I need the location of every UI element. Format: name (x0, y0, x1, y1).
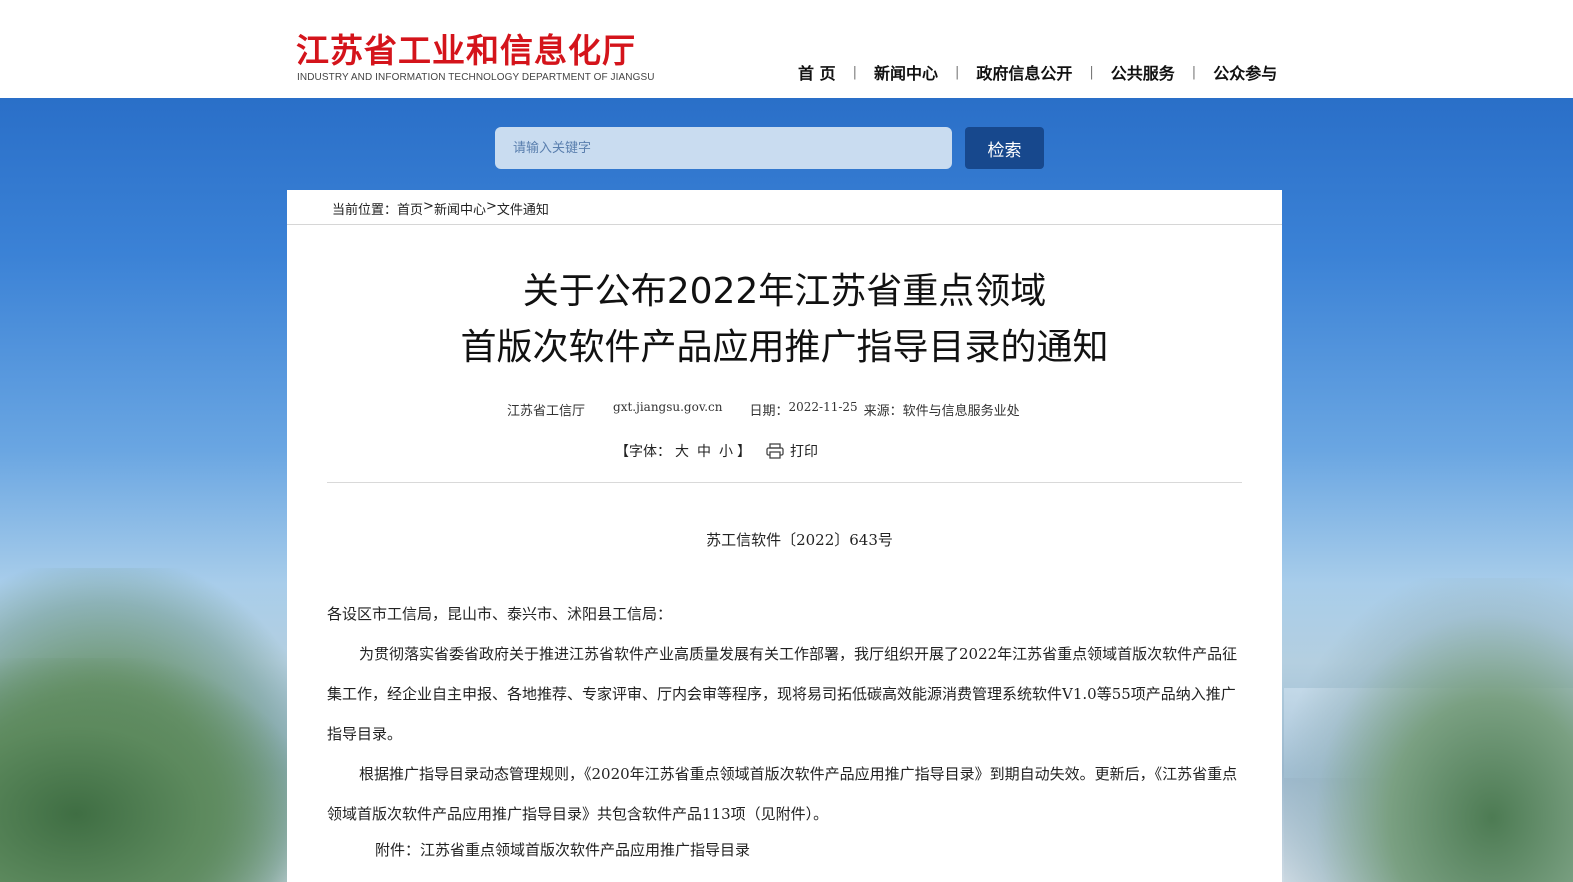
article-title: 关于公布2022年江苏省重点领域 首版次软件产品应用推广指导目录的通知 (287, 264, 1282, 376)
print-button[interactable]: 打印 (766, 441, 818, 461)
breadcrumb: 当前位置： 首页 > 新闻中心 > 文件通知 (332, 199, 549, 218)
meta-date-label: 日期： (749, 404, 789, 419)
site-header: 江苏省工业和信息化厅 INDUSTRY AND INFORMATION TECH… (0, 0, 1573, 98)
printer-icon (766, 443, 784, 459)
meta-source-label: 来源： (863, 404, 903, 419)
article-paragraph-2: 根据推广指导目录动态管理规则，《2020年江苏省重点领域首版次软件产品应用推广指… (327, 765, 1238, 823)
font-label-close: 】 (737, 444, 751, 460)
article-greeting: 各设区市工信局，昆山市、泰兴市、沭阳县工信局： (327, 605, 673, 623)
breadcrumb-prefix: 当前位置： (332, 203, 398, 218)
nav-separator: | (1191, 64, 1197, 80)
breadcrumb-divider (287, 224, 1282, 225)
nav-gov-info[interactable]: 政府信息公开 (976, 60, 1072, 84)
meta-site: gxt.jiangsu.gov.cn (613, 400, 723, 414)
nav-separator: | (954, 64, 960, 80)
article-title-line2: 首版次软件产品应用推广指导目录的通知 (460, 327, 1109, 368)
breadcrumb-home[interactable]: 首页 (397, 199, 423, 218)
site-logo-subtitle: INDUSTRY AND INFORMATION TECHNOLOGY DEPA… (297, 72, 655, 83)
article-meta: 江苏省工信厅 gxt.jiangsu.gov.cn 日期： 2022-11-25… (507, 400, 1020, 420)
print-label: 打印 (790, 444, 818, 460)
site-logo-title[interactable]: 江苏省工业和信息化厅 (296, 24, 636, 72)
article-paragraph-1: 为贯彻落实省委省政府关于推进江苏省软件产业高质量发展有关工作部署，我厅组织开展了… (327, 645, 1238, 743)
font-size-large[interactable]: 大 (675, 441, 689, 461)
nav-public-service[interactable]: 公共服务 (1111, 60, 1175, 84)
nav-public-participation[interactable]: 公众参与 (1213, 60, 1277, 84)
nav-separator: | (1089, 64, 1094, 80)
meta-publisher: 江苏省工信厅 (507, 404, 586, 419)
nav-news-center[interactable]: 新闻中心 (874, 60, 938, 84)
font-label-open: 【字体： (615, 444, 671, 460)
search-input[interactable] (495, 127, 952, 169)
landscape-left-foreground (0, 658, 300, 882)
article-title-line1: 关于公布2022年江苏省重点领域 (522, 271, 1047, 312)
meta-date: 2022-11-25 (788, 400, 858, 414)
nav-home[interactable]: 首 页 (798, 60, 836, 84)
nav-separator: | (852, 64, 857, 80)
landscape-right (1284, 578, 1573, 882)
breadcrumb-separator: > (423, 199, 434, 214)
search-button[interactable]: 检索 (965, 127, 1044, 169)
document-number: 苏工信软件〔2022〕643号 (706, 531, 893, 549)
breadcrumb-separator: > (485, 199, 497, 214)
breadcrumb-news-center[interactable]: 新闻中心 (434, 199, 486, 218)
article-panel: 当前位置： 首页 > 新闻中心 > 文件通知 关于公布2022年江苏省重点领域 … (287, 190, 1282, 882)
attachment-link[interactable]: 附件：江苏省重点领域首版次软件产品应用推广指导目录 (375, 840, 1290, 860)
font-size-small[interactable]: 小 (719, 441, 733, 461)
font-size-control: 【字体： 大 中 小 】 (615, 441, 751, 461)
meta-source: 软件与信息服务业处 (902, 404, 1020, 419)
breadcrumb-file-notice[interactable]: 文件通知 (497, 199, 549, 218)
font-size-medium[interactable]: 中 (697, 441, 711, 461)
article-header-divider (327, 482, 1242, 483)
main-nav: 首 页 | 新闻中心 | 政府信息公开 | 公共服务 | 公众参与 (798, 60, 1277, 84)
